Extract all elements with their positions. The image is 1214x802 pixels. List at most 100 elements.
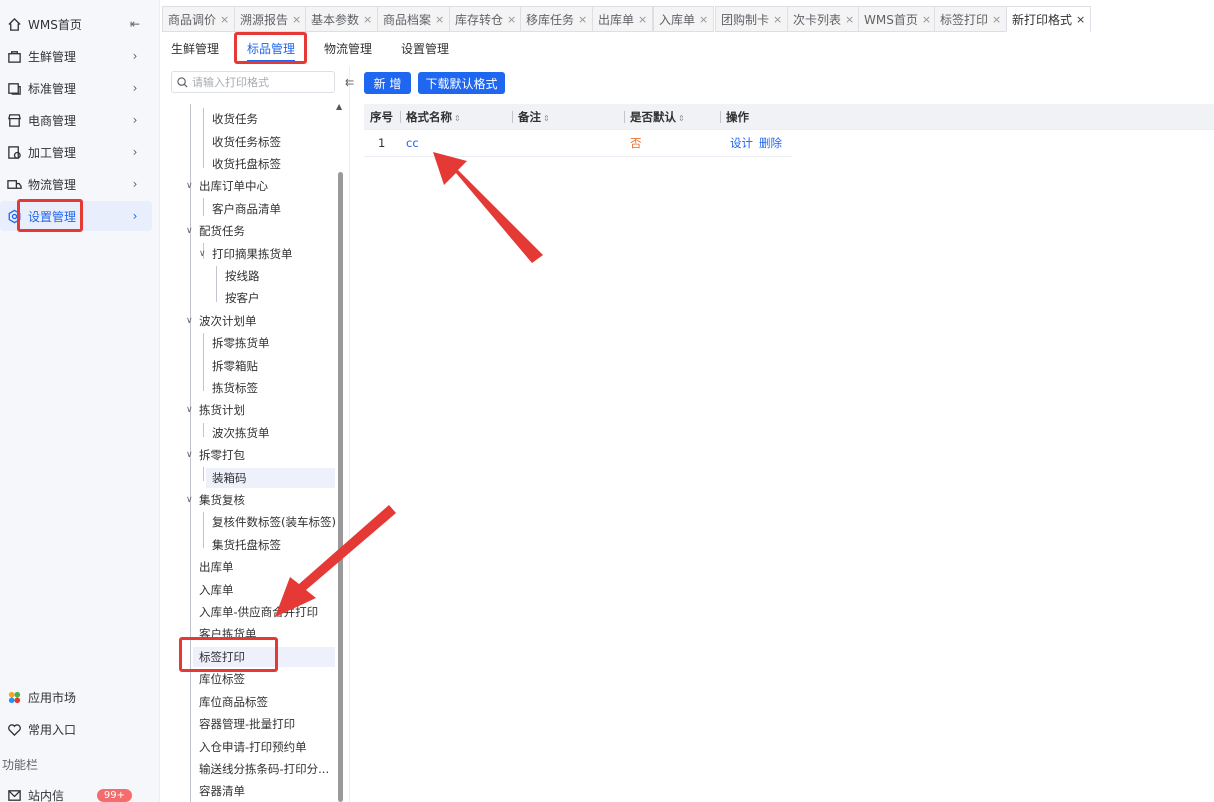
tree-node[interactable]: 波次计划单 (199, 311, 257, 331)
tree-node-label-print[interactable]: 标签打印 (193, 647, 335, 667)
tree-node[interactable]: 拣货标签 (212, 378, 258, 398)
tree-node[interactable]: 入库单 (199, 580, 234, 600)
tree-node[interactable]: 输送线分拣条码-打印分... (199, 759, 329, 779)
tree-node[interactable]: 拆零打包 (199, 445, 245, 465)
tree-node[interactable]: 集货托盘标签 (212, 535, 281, 555)
close-icon[interactable]: × (922, 13, 931, 26)
tab-stock-transfer[interactable]: 库存转仓 × (449, 6, 523, 32)
tree-node[interactable]: 波次拣货单 (212, 423, 270, 443)
close-icon[interactable]: × (507, 13, 516, 26)
close-icon[interactable]: × (992, 13, 1001, 26)
tree-node[interactable]: 库位标签 (199, 669, 245, 689)
sort-icon[interactable]: ⇕ (678, 114, 685, 123)
tab-move-task[interactable]: 移库任务 × (520, 6, 594, 32)
tree-node[interactable]: 集货复核 (199, 490, 245, 510)
tree-node[interactable]: 拆零箱贴 (212, 356, 258, 376)
sidebar-item-shortcuts[interactable]: 常用入口 (0, 714, 152, 744)
tab-inbound[interactable]: 入库单 × (653, 6, 715, 32)
sidebar-item-app-market[interactable]: 应用市场 (0, 682, 152, 712)
sidebar-item-standard[interactable]: 标准管理 › (0, 73, 152, 103)
sort-icon[interactable]: ⇕ (543, 114, 550, 123)
close-icon[interactable]: × (773, 13, 782, 26)
tab-goods-archive[interactable]: 商品档案 × (377, 6, 451, 32)
delete-link[interactable]: 删除 (759, 130, 782, 156)
sidebar-item-messages[interactable]: 站内信 99+ (0, 780, 152, 802)
tree-node[interactable]: 出库订单中心 (199, 176, 268, 196)
tab-trace-report[interactable]: 溯源报告 × (234, 6, 308, 32)
close-icon[interactable]: × (578, 13, 587, 26)
chevron-down-icon[interactable]: ∨ (186, 316, 193, 326)
tab-group-card[interactable]: 团购制卡 × (715, 6, 789, 32)
tab-wms-home[interactable]: WMS首页 × (858, 6, 938, 32)
tree-node[interactable]: 拣货计划 (199, 400, 245, 420)
format-name-link[interactable]: cc (406, 130, 419, 156)
tree-node[interactable]: 客户拣货单 (199, 624, 257, 644)
tree-search-input[interactable] (192, 75, 322, 89)
close-icon[interactable]: × (435, 13, 444, 26)
chevron-down-icon[interactable]: ∨ (199, 249, 206, 259)
close-icon[interactable]: × (292, 13, 301, 26)
tree-node[interactable]: 出库单 (199, 557, 234, 577)
tree-node[interactable]: 复核件数标签(装车标签) (212, 512, 336, 532)
tab-outbound[interactable]: 出库单 × (592, 6, 654, 32)
tree-node[interactable]: 收货任务标签 (212, 132, 281, 152)
tree-node[interactable]: 入仓申请-打印预约单 (199, 737, 307, 757)
tab-card-list[interactable]: 次卡列表 × (787, 6, 861, 32)
close-icon[interactable]: × (1076, 13, 1085, 26)
tree-node[interactable]: 库位商品标签 (199, 692, 268, 712)
scroll-up-arrow-icon[interactable]: ▲ (336, 102, 342, 111)
tab-basic-params[interactable]: 基本参数 × (305, 6, 379, 32)
tree-node[interactable]: 按线路 (225, 266, 260, 286)
col-remark[interactable]: 备注 ⇕ (518, 104, 550, 130)
tab-label-print[interactable]: 标签打印 × (934, 6, 1008, 32)
tree-scrollbar[interactable] (338, 172, 343, 802)
tab-new-print-format[interactable]: 新打印格式 × (1006, 6, 1092, 32)
col-format-name[interactable]: 格式名称 ⇕ (406, 104, 461, 130)
sort-icon[interactable]: ⇕ (454, 114, 461, 123)
tree-node[interactable]: 收货任务 (212, 109, 258, 129)
tab-label: 次卡列表 (793, 12, 842, 27)
collapse-sidebar-icon[interactable]: ⇤ (128, 17, 142, 31)
tree-node[interactable]: 打印摘果拣货单 (212, 244, 293, 264)
chevron-down-icon[interactable]: ∨ (186, 495, 193, 505)
sidebar-item-ecommerce[interactable]: 电商管理 › (0, 105, 152, 135)
subtab-settings[interactable]: 设置管理 (401, 40, 449, 62)
tree-node[interactable]: 容器管理-批量打印 (199, 714, 295, 734)
tree-node[interactable]: 按客户 (225, 288, 260, 308)
close-icon[interactable]: × (699, 13, 708, 26)
col-label: 格式名称 (406, 110, 452, 124)
chevron-down-icon[interactable]: ∨ (186, 405, 193, 415)
subtab-fresh[interactable]: 生鲜管理 (171, 40, 219, 62)
tree-node[interactable]: 容器清单 (199, 781, 245, 801)
tab-price-adjust[interactable]: 商品调价 × (162, 6, 236, 32)
tree-node[interactable]: 配货任务 (199, 221, 245, 241)
close-icon[interactable]: × (845, 13, 854, 26)
tree-node[interactable]: 收货托盘标签 (212, 154, 281, 174)
design-link[interactable]: 设计 (730, 130, 753, 156)
home-icon (6, 16, 22, 32)
download-default-format-button[interactable]: 下载默认格式 (418, 72, 505, 94)
subtab-standard-goods[interactable]: 标品管理 (247, 40, 296, 62)
subtab-logistics[interactable]: 物流管理 (324, 40, 372, 62)
sidebar-item-fresh[interactable]: 生鲜管理 › (0, 41, 152, 71)
tree-node[interactable]: 拆零拣货单 (212, 333, 270, 353)
sidebar-item-logistics[interactable]: 物流管理 › (0, 169, 152, 199)
sidebar-item-processing[interactable]: 加工管理 › (0, 137, 152, 167)
chevron-down-icon[interactable]: ∨ (186, 450, 193, 460)
collapse-tree-icon[interactable]: ⇇ (345, 76, 354, 89)
close-icon[interactable]: × (220, 13, 229, 26)
sidebar-item-wms-home[interactable]: WMS首页 ⇤ (0, 9, 152, 39)
tree-node[interactable]: 入库单-供应商合并打印 (199, 602, 318, 622)
row-is-default: 否 (630, 136, 642, 150)
tree-node[interactable]: 客户商品清单 (212, 199, 281, 219)
col-is-default[interactable]: 是否默认 ⇕ (630, 104, 685, 130)
sidebar-item-settings[interactable]: 设置管理 › (0, 201, 152, 231)
add-button[interactable]: 新 增 (364, 72, 411, 94)
tree-node[interactable]: 装箱码 (206, 468, 335, 488)
close-icon[interactable]: × (638, 13, 647, 26)
chevron-down-icon[interactable]: ∨ (186, 226, 193, 236)
chevron-down-icon[interactable]: ∨ (186, 181, 193, 191)
tree-search[interactable] (171, 71, 335, 93)
close-icon[interactable]: × (363, 13, 372, 26)
col-label: 是否默认 (630, 110, 676, 124)
